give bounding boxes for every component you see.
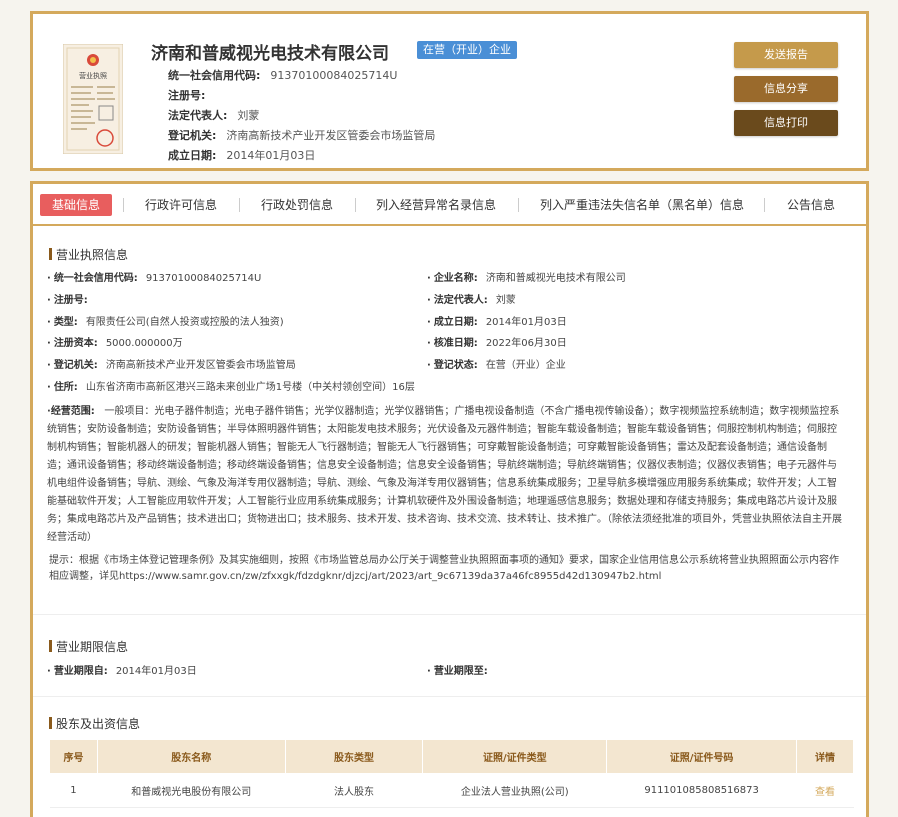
col-header-cert-no: 证照/证件号码 bbox=[606, 739, 798, 774]
company-detail-card: 基础信息 行政许可信息 行政处罚信息 列入经营异常名录信息 列入严重违法失信名单… bbox=[30, 181, 869, 817]
cell-cert-no: 911101085808516873 bbox=[606, 773, 797, 808]
field-reg-no: · 注册号: bbox=[47, 295, 88, 306]
company-name: 济南和普威视光电技术有限公司 bbox=[151, 44, 389, 64]
summary-legal-rep: 法定代表人: 刘蒙 bbox=[168, 109, 260, 122]
summary-est-date: 成立日期: 2014年01月03日 bbox=[168, 149, 316, 162]
summary-authority: 登记机关: 济南高新技术产业开发区管委会市场监管局 bbox=[168, 129, 436, 142]
business-scope: ·经营范围: 一般项目：光电子器件制造；光电子器件销售；光学仪器制造；光学仪器销… bbox=[47, 406, 842, 543]
section-divider bbox=[33, 696, 866, 697]
field-address: · 住所: 山东省济南市高新区港兴三路未来创业广场1号楼（中关村领创空间）16层 bbox=[47, 382, 415, 393]
tab-divider bbox=[518, 198, 519, 212]
tab-announcements[interactable]: 公告信息 bbox=[787, 194, 835, 216]
status-badge: 在营（开业）企业 bbox=[417, 41, 517, 59]
summary-credit-code: 统一社会信用代码: 91370100084025714U bbox=[168, 69, 398, 82]
section-title-period: 营业期限信息 bbox=[49, 638, 128, 655]
tab-abnormal-list[interactable]: 列入经营异常名录信息 bbox=[376, 194, 496, 216]
section-marker bbox=[49, 717, 52, 729]
view-detail-link[interactable]: 查看 bbox=[796, 773, 854, 808]
tab-divider bbox=[239, 198, 240, 212]
section-marker bbox=[49, 248, 52, 260]
field-approve-date: · 核准日期: 2022年06月30日 bbox=[427, 338, 567, 349]
tab-divider bbox=[123, 198, 124, 212]
notice-text: 提示：根据《市场主体登记管理条例》及其实施细则，按照《市场监管总局办公厅关于调整… bbox=[49, 555, 839, 582]
business-license-icon: 营业执照 bbox=[63, 44, 123, 154]
tab-blacklist[interactable]: 列入严重违法失信名单（黑名单）信息 bbox=[540, 194, 744, 216]
tab-bar: 基础信息 行政许可信息 行政处罚信息 列入经营异常名录信息 列入严重违法失信名单… bbox=[33, 184, 866, 226]
field-period-to: · 营业期限至: bbox=[427, 666, 488, 677]
col-header-index: 序号 bbox=[49, 739, 98, 774]
print-info-button[interactable]: 信息打印 bbox=[734, 110, 838, 136]
field-type: · 类型: 有限责任公司(自然人投资或控股的法人独资) bbox=[47, 317, 284, 328]
tab-divider bbox=[355, 198, 356, 212]
cell-name: 和普威视光电股份有限公司 bbox=[97, 773, 286, 808]
cell-type: 法人股东 bbox=[285, 773, 423, 808]
tab-admin-penalty[interactable]: 行政处罚信息 bbox=[261, 194, 333, 216]
company-summary: 统一社会信用代码: 91370100084025714U 注册号: 法定代表人: 刘… bbox=[168, 66, 435, 166]
field-legal-rep: · 法定代表人: 刘蒙 bbox=[427, 295, 516, 306]
section-title-license: 营业执照信息 bbox=[49, 246, 128, 263]
tab-basic-info[interactable]: 基础信息 bbox=[40, 194, 113, 216]
shareholder-table: 序号 股东名称 股东类型 证照/证件类型 证照/证件号码 详情 1 和普威视光电… bbox=[49, 739, 854, 808]
table-header-row: 序号 股东名称 股东类型 证照/证件类型 证照/证件号码 详情 bbox=[49, 739, 854, 774]
cell-cert-type: 企业法人营业执照(公司) bbox=[422, 773, 607, 808]
section-title-shareholders: 股东及出资信息 bbox=[49, 715, 140, 732]
license-image-title: 营业执照 bbox=[79, 71, 107, 80]
field-authority: · 登记机关: 济南高新技术产业开发区管委会市场监管局 bbox=[47, 360, 296, 371]
table-row: 1 和普威视光电股份有限公司 法人股东 企业法人营业执照(公司) 9111010… bbox=[49, 773, 854, 808]
col-header-type: 股东类型 bbox=[284, 739, 424, 774]
summary-reg-no: 注册号: bbox=[168, 89, 206, 102]
tab-divider bbox=[764, 198, 765, 212]
section-divider bbox=[33, 614, 866, 615]
field-reg-status: · 登记状态: 在营（开业）企业 bbox=[427, 360, 566, 371]
cell-index: 1 bbox=[49, 773, 98, 808]
field-period-from: · 营业期限自: 2014年01月03日 bbox=[47, 666, 197, 677]
company-header-card: 营业执照 济南和普威视光电技术有限公司 在营（开业）企业 统一社会信用代码: 91… bbox=[30, 11, 869, 171]
field-est-date: · 成立日期: 2014年01月03日 bbox=[427, 317, 567, 328]
field-capital: · 注册资本: 5000.000000万 bbox=[47, 338, 183, 349]
field-credit-code: · 统一社会信用代码: 91370100084025714U bbox=[47, 273, 262, 284]
col-header-detail: 详情 bbox=[796, 739, 854, 774]
section-marker bbox=[49, 640, 52, 652]
tab-admin-license[interactable]: 行政许可信息 bbox=[145, 194, 217, 216]
share-info-button[interactable]: 信息分享 bbox=[734, 76, 838, 102]
col-header-cert-type: 证照/证件类型 bbox=[422, 739, 608, 774]
send-report-button[interactable]: 发送报告 bbox=[734, 42, 838, 68]
col-header-name: 股东名称 bbox=[96, 739, 286, 774]
field-company-name: · 企业名称: 济南和普威视光电技术有限公司 bbox=[427, 273, 626, 284]
